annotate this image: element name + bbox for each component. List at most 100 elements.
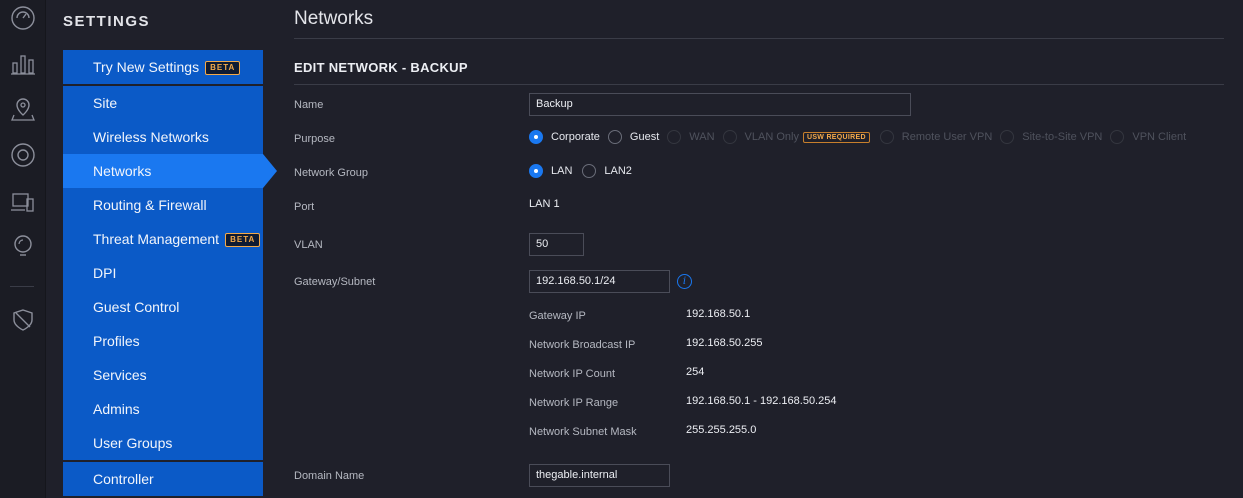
purpose-vlan-only-radio: VLAN Only — [722, 130, 799, 144]
vlan-input[interactable]: 50 — [529, 233, 584, 256]
purpose-label: Purpose — [294, 133, 335, 145]
nav-item-label: Admins — [93, 401, 140, 417]
nav-item-admins[interactable]: Admins — [63, 392, 263, 426]
map-icon[interactable] — [9, 95, 37, 123]
nav-item-wireless-networks[interactable]: Wireless Networks — [63, 120, 263, 154]
radio-label: Remote User VPN — [901, 131, 993, 143]
radio-label: WAN — [689, 131, 715, 143]
ip-count-label: Network IP Count — [529, 368, 616, 380]
port-label: Port — [294, 201, 315, 213]
network-group-lan-radio[interactable]: LAN — [529, 164, 572, 178]
beta-badge: BETA — [225, 233, 261, 248]
radio-disabled-icon — [667, 130, 682, 144]
radio-label: VLAN Only — [744, 131, 799, 143]
nav-item-label: Routing & Firewall — [93, 197, 207, 213]
radio-disabled-icon — [879, 130, 894, 144]
section-divider — [294, 84, 1224, 85]
radio-label: VPN Client — [1132, 131, 1187, 143]
gateway-ip-value: 192.168.50.1 — [686, 308, 751, 320]
devices-icon[interactable] — [9, 141, 37, 169]
nav-item-label: Services — [93, 367, 147, 383]
radio-disabled-icon — [1000, 130, 1015, 144]
nav-item-label: Profiles — [93, 333, 140, 349]
subnet-mask-label: Network Subnet Mask — [529, 426, 637, 438]
main-content: Networks EDIT NETWORK - BACKUP Name Back… — [294, 0, 1224, 498]
gateway-ip-label: Gateway IP — [529, 310, 586, 322]
gateway-subnet-label: Gateway/Subnet — [294, 276, 376, 288]
insights-icon[interactable] — [9, 232, 37, 260]
settings-panel: SETTINGS Try New Settings BETA Site Wirel… — [46, 0, 277, 498]
broadcast-ip-label: Network Broadcast IP — [529, 339, 636, 351]
nav-item-threat-management[interactable]: Threat Management BETA — [63, 222, 263, 256]
gateway-subnet-input[interactable]: 192.168.50.1/24 — [529, 270, 670, 293]
try-new-settings-label: Try New Settings — [93, 59, 200, 75]
ip-range-value: 192.168.50.1 - 192.168.50.254 — [686, 395, 837, 407]
radio-selected-icon — [529, 130, 543, 144]
clients-icon[interactable] — [9, 189, 37, 217]
nav-item-label: Guest Control — [93, 299, 180, 315]
subnet-mask-value: 255.255.255.0 — [686, 424, 757, 436]
purpose-remote-user-vpn-radio: Remote User VPN — [879, 130, 993, 144]
nav-item-routing-firewall[interactable]: Routing & Firewall — [63, 188, 263, 222]
nav-item-label: Threat Management — [93, 231, 220, 247]
network-group-lan2-radio[interactable]: LAN2 — [582, 164, 632, 178]
nav-item-controller[interactable]: Controller — [63, 462, 263, 496]
radio-disabled-icon — [722, 130, 737, 144]
statistics-icon[interactable] — [9, 50, 37, 78]
settings-nav-list: Site Wireless Networks Networks Routing … — [63, 86, 277, 460]
radio-label: LAN — [551, 165, 573, 177]
nav-item-label: Wireless Networks — [93, 129, 209, 145]
purpose-wan-radio: WAN — [667, 130, 715, 144]
settings-title: SETTINGS — [63, 13, 151, 30]
nav-item-dpi[interactable]: DPI — [63, 256, 263, 290]
radio-selected-icon — [529, 164, 543, 178]
network-group-radio-group: LAN LAN2 — [529, 164, 640, 178]
nav-item-guest-control[interactable]: Guest Control — [63, 290, 263, 324]
radio-unselected-icon — [607, 130, 622, 144]
usw-required-badge: USW REQUIRED — [802, 131, 870, 143]
purpose-corporate-radio[interactable]: Corporate — [529, 130, 600, 144]
try-new-settings-button[interactable]: Try New Settings BETA — [63, 50, 263, 84]
nav-item-profiles[interactable]: Profiles — [63, 324, 263, 358]
vlan-label: VLAN — [294, 239, 323, 251]
icon-rail — [0, 0, 46, 498]
nav-item-site[interactable]: Site — [63, 86, 263, 120]
nav-item-label: Controller — [93, 471, 154, 487]
purpose-site-to-site-vpn-radio: Site-to-Site VPN — [1000, 130, 1102, 144]
purpose-radio-group: Corporate Guest WAN VLAN Only USW REQUIR… — [529, 130, 1194, 144]
nav-item-label: DPI — [93, 265, 117, 281]
nav-item-label: User Groups — [93, 435, 173, 451]
nav-item-label: Site — [93, 95, 118, 111]
name-input[interactable]: Backup — [529, 93, 911, 116]
title-divider — [294, 38, 1224, 39]
radio-unselected-icon — [582, 164, 597, 178]
purpose-guest-radio[interactable]: Guest — [607, 130, 660, 144]
try-new-settings-box: Try New Settings BETA — [63, 50, 263, 84]
network-group-label: Network Group — [294, 167, 368, 179]
dashboard-icon[interactable] — [9, 4, 37, 32]
ip-count-value: 254 — [686, 366, 705, 378]
nav-item-label: Networks — [93, 163, 152, 179]
domain-name-input[interactable]: thegable.internal — [529, 464, 670, 487]
domain-name-label: Domain Name — [294, 470, 365, 482]
purpose-vpn-client-radio: VPN Client — [1110, 130, 1186, 144]
radio-label: Guest — [629, 131, 660, 143]
port-value: LAN 1 — [529, 198, 560, 210]
ip-range-label: Network IP Range — [529, 397, 619, 409]
rail-divider — [10, 286, 34, 287]
section-title: EDIT NETWORK - BACKUP — [294, 60, 468, 75]
radio-label: Corporate — [551, 131, 600, 143]
name-label: Name — [294, 99, 324, 111]
page-title: Networks — [294, 8, 374, 29]
alerts-icon[interactable] — [9, 306, 37, 334]
broadcast-ip-value: 192.168.50.255 — [686, 337, 763, 349]
nav-item-user-groups[interactable]: User Groups — [63, 426, 263, 460]
nav-item-services[interactable]: Services — [63, 358, 263, 392]
radio-label: LAN2 — [604, 165, 632, 177]
info-icon[interactable]: i — [677, 274, 692, 289]
nav-item-networks[interactable]: Networks — [63, 154, 277, 188]
radio-disabled-icon — [1110, 130, 1125, 144]
beta-badge: BETA — [205, 61, 241, 76]
controller-box: Controller — [63, 462, 263, 496]
radio-label: Site-to-Site VPN — [1022, 131, 1103, 143]
